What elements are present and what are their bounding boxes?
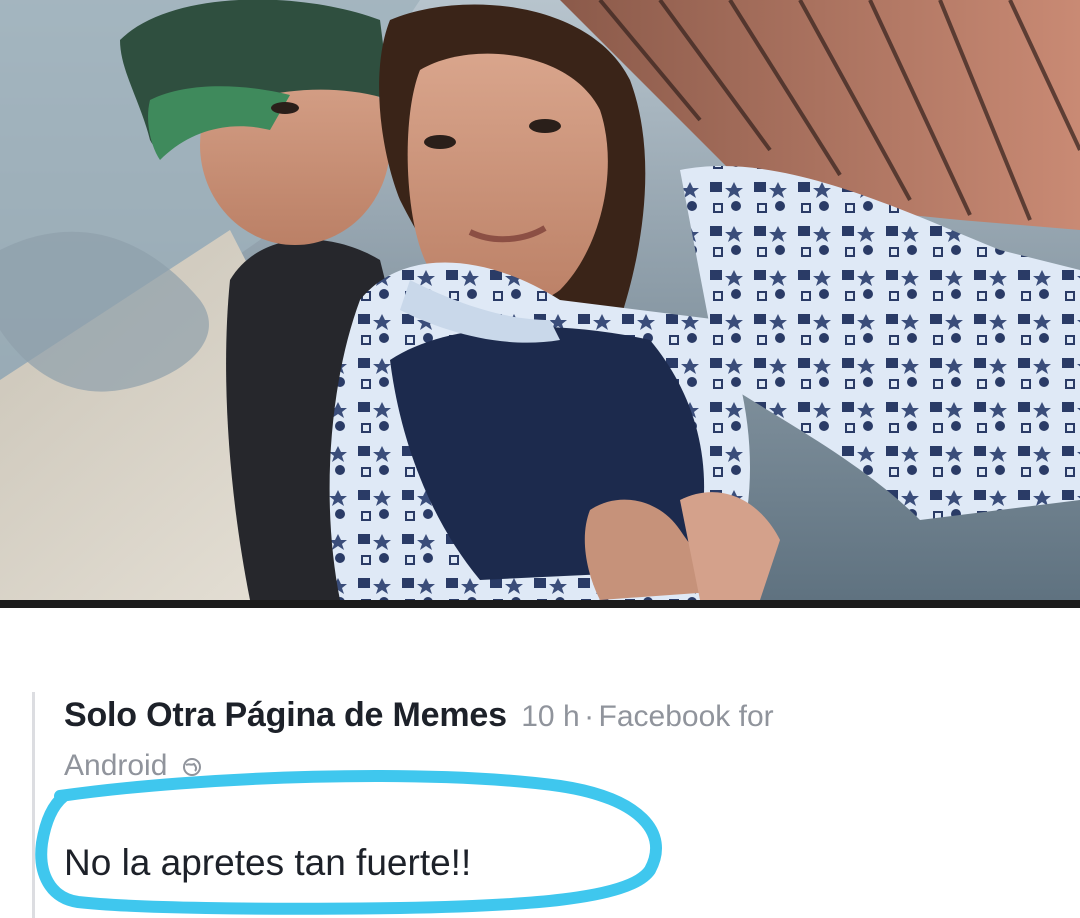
post-time[interactable]: 10 h [521, 700, 579, 733]
post-source: Facebook for [598, 700, 774, 733]
meta-separator: · [584, 700, 595, 733]
globe-icon [182, 758, 201, 776]
photo-border [0, 600, 1080, 608]
post-header: Solo Otra Página de Memes 10 h · Faceboo… [64, 696, 774, 735]
meme-screenshot: Solo Otra Página de Memes 10 h · Faceboo… [0, 0, 1080, 918]
post-source-line2: Android [64, 749, 168, 777]
post-photo[interactable] [0, 0, 1080, 600]
post-message: No la apretes tan fuerte!! [64, 842, 472, 883]
quote-rule [32, 692, 35, 918]
post-source-continuation: Android [64, 749, 202, 777]
author-name[interactable]: Solo Otra Página de Memes [64, 696, 507, 734]
selfie-photo-illustration [0, 0, 1080, 600]
post-card: Solo Otra Página de Memes 10 h · Faceboo… [0, 608, 1080, 918]
